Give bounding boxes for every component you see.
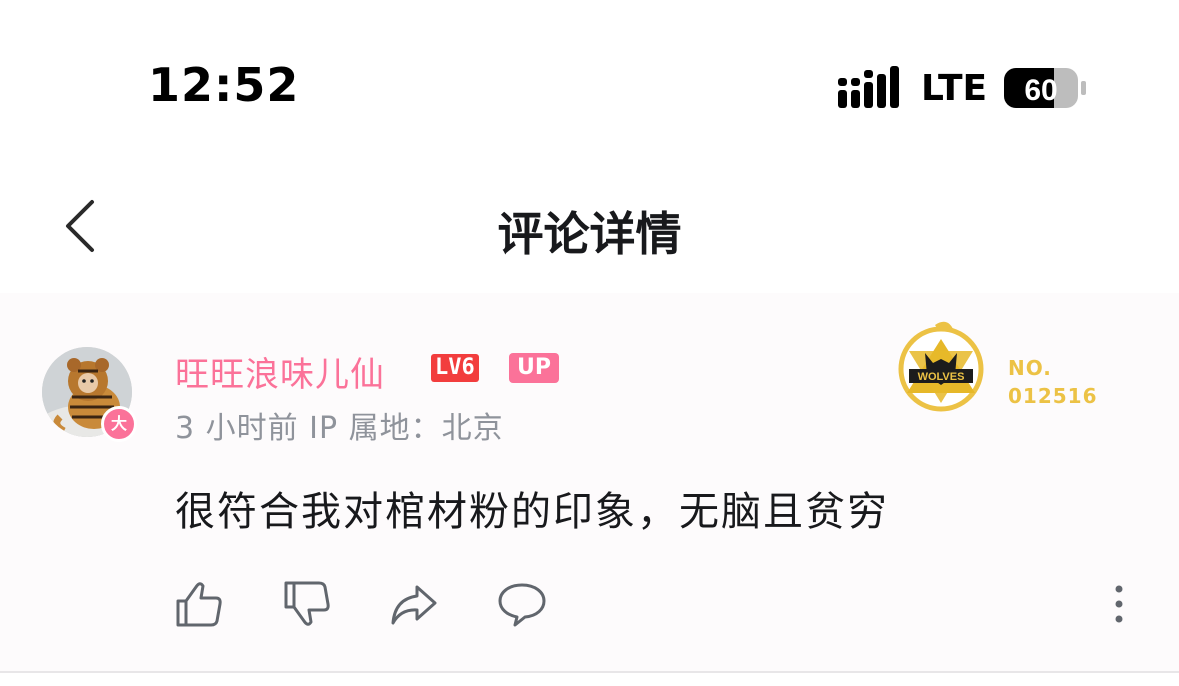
network-type: LTE [921,68,988,109]
username[interactable]: 旺旺浪味儿仙 [175,347,385,396]
fan-number-label: NO. [1008,356,1052,380]
like-icon[interactable] [174,579,224,629]
up-badge: UP [509,353,559,383]
more-icon[interactable] [1104,583,1134,625]
status-bar: 12:52 LTE 60 [0,0,1179,160]
battery-icon: 60 [1004,66,1088,114]
level-badge: LV6 [431,354,479,382]
dislike-icon[interactable] [282,579,332,629]
comment-card: 大 旺旺浪味儿仙 LV6 UP 3 小时前 IP 属地：北京 WOLVES NO… [0,293,1179,671]
fan-medal-icon[interactable]: WOLVES [895,319,987,415]
fan-medal-text: WOLVES [918,371,965,383]
fan-number-value: 012516 [1008,384,1098,408]
battery-level: 60 [1024,74,1057,107]
nav-header: 评论详情 [0,160,1179,293]
divider [0,671,1179,673]
comment-meta: 3 小时前 IP 属地：北京 [175,411,504,446]
share-icon[interactable] [389,579,439,629]
signal-icon [838,66,899,108]
comment-text: 很符合我对棺材粉的印象，无脑且贫穷 [175,489,889,535]
reply-icon[interactable] [497,579,547,629]
page-title: 评论详情 [497,207,682,261]
avatar-badge: 大 [101,406,137,442]
fan-number: NO. 012516 [1008,354,1098,410]
status-time: 12:52 [148,58,300,112]
